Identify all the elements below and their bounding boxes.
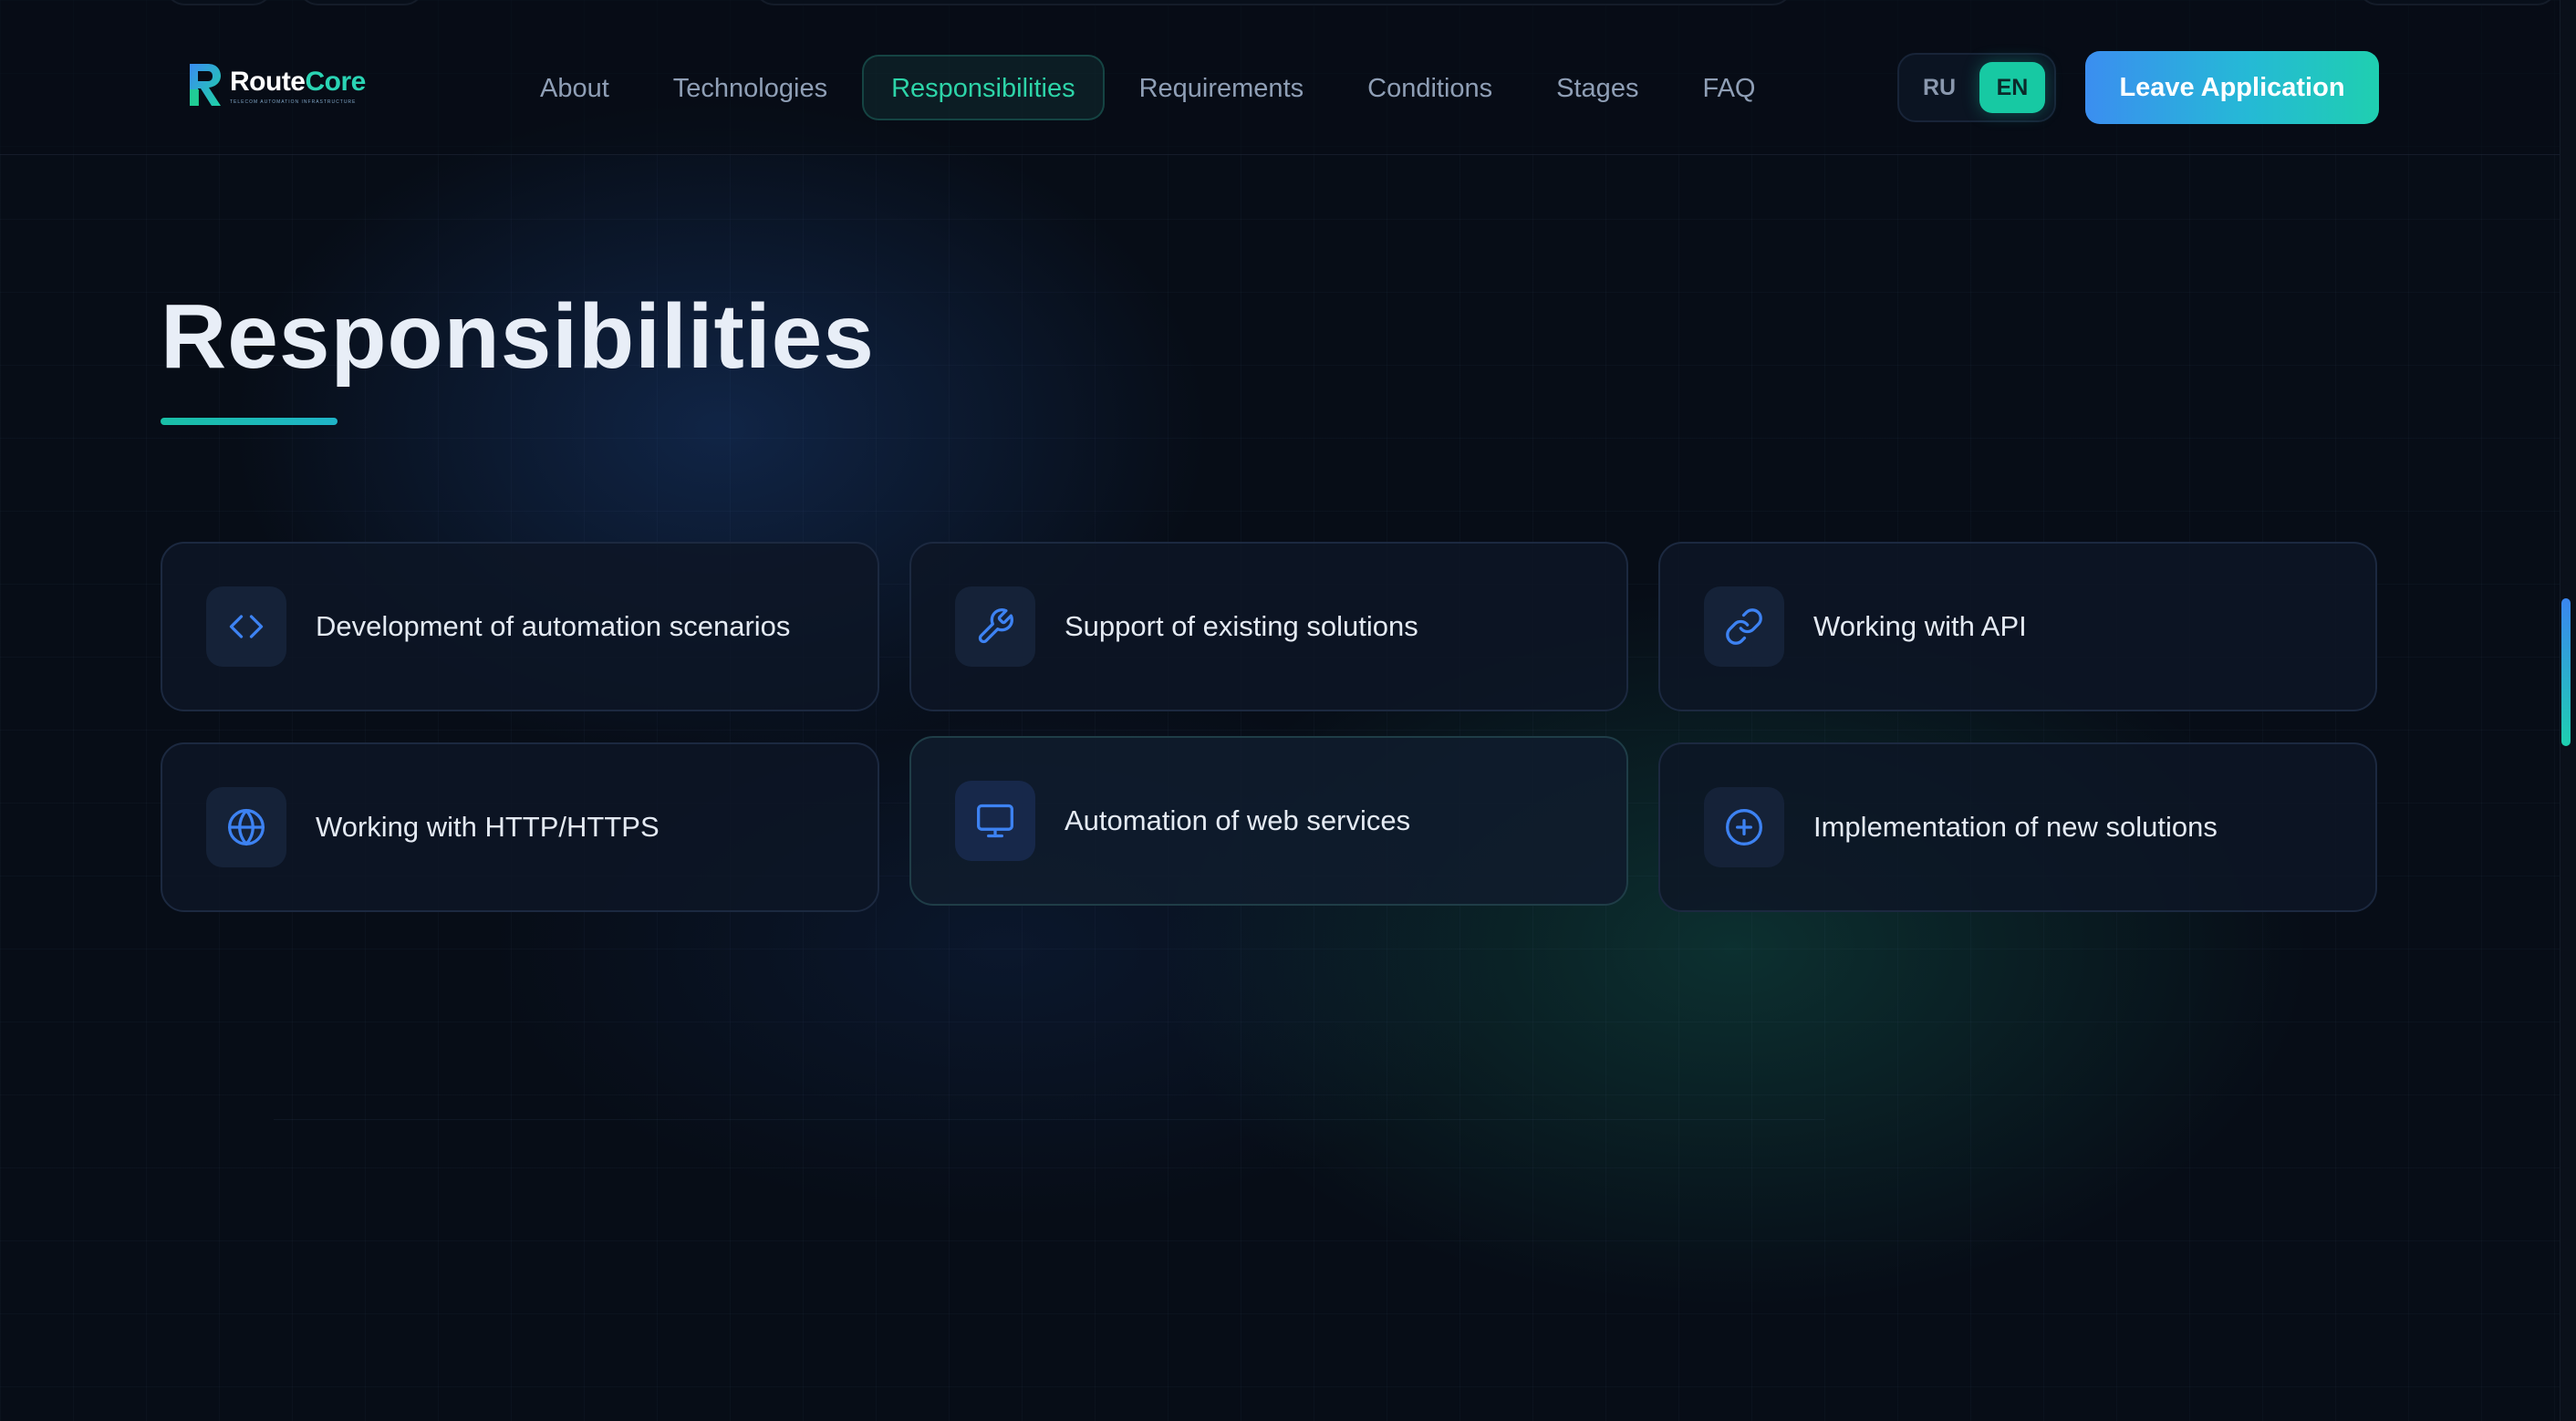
scrollbar-thumb[interactable]: [2561, 598, 2571, 746]
card-icon-box: [1704, 787, 1784, 867]
card-label: Implementation of new solutions: [1813, 811, 2218, 843]
main-nav: About Technologies Responsibilities Requ…: [511, 55, 1784, 120]
responsibility-card: Support of existing solutions: [909, 542, 1628, 711]
section-title: Responsibilities: [161, 285, 875, 388]
nav-item-faq[interactable]: FAQ: [1673, 55, 1784, 120]
card-label: Automation of web services: [1065, 804, 1411, 836]
wrench-icon: [978, 608, 1013, 644]
leave-application-button[interactable]: Leave Application: [2085, 51, 2379, 124]
brand-name-part1: Route: [230, 66, 306, 97]
logo[interactable]: RouteCore TELECOM AUTOMATION INFRASTRUCT…: [186, 62, 366, 109]
responsibility-card: Implementation of new solutions: [1658, 742, 2377, 912]
lang-ru-button[interactable]: RU: [1906, 62, 1972, 113]
brand-name-part2: Core: [305, 66, 367, 97]
responsibility-card: Development of automation scenarios: [161, 542, 879, 711]
site-header: RouteCore TELECOM AUTOMATION INFRASTRUCT…: [0, 0, 2560, 155]
globe-icon: [228, 809, 265, 845]
card-label: Working with HTTP/HTTPS: [316, 811, 660, 843]
title-underline: [161, 418, 338, 425]
card-label: Working with API: [1813, 610, 2027, 642]
nav-item-conditions[interactable]: Conditions: [1338, 55, 1522, 120]
card-icon-box: [1704, 586, 1784, 667]
monitor-icon: [977, 804, 1013, 838]
card-icon-box: [955, 781, 1035, 861]
brand-tagline: TELECOM AUTOMATION INFRASTRUCTURE: [230, 99, 357, 105]
language-switcher: RU EN: [1897, 53, 2056, 122]
page: RouteCore TELECOM AUTOMATION INFRASTRUCT…: [0, 0, 2576, 1421]
card-label: Development of automation scenarios: [316, 610, 791, 642]
nav-item-technologies[interactable]: Technologies: [644, 55, 857, 120]
code-icon: [229, 615, 264, 638]
responsibility-card: Working with API: [1658, 542, 2377, 711]
nav-item-stages[interactable]: Stages: [1527, 55, 1667, 120]
responsibility-card: Working with HTTP/HTTPS: [161, 742, 879, 912]
plus-circle-icon: [1726, 809, 1762, 845]
card-label: Support of existing solutions: [1065, 610, 1418, 642]
nav-item-about[interactable]: About: [511, 55, 639, 120]
logo-mark-icon: [190, 64, 221, 106]
section-divider: [274, 1119, 1824, 1120]
link-icon: [1726, 608, 1762, 645]
nav-item-requirements[interactable]: Requirements: [1110, 55, 1334, 120]
lang-en-button[interactable]: EN: [1979, 62, 2045, 113]
responsibility-card: Automation of web services: [909, 736, 1628, 906]
brand-name: RouteCore: [230, 67, 366, 97]
card-icon-box: [206, 787, 286, 867]
nav-item-responsibilities[interactable]: Responsibilities: [862, 55, 1105, 120]
card-icon-box: [955, 586, 1035, 667]
card-icon-box: [206, 586, 286, 667]
